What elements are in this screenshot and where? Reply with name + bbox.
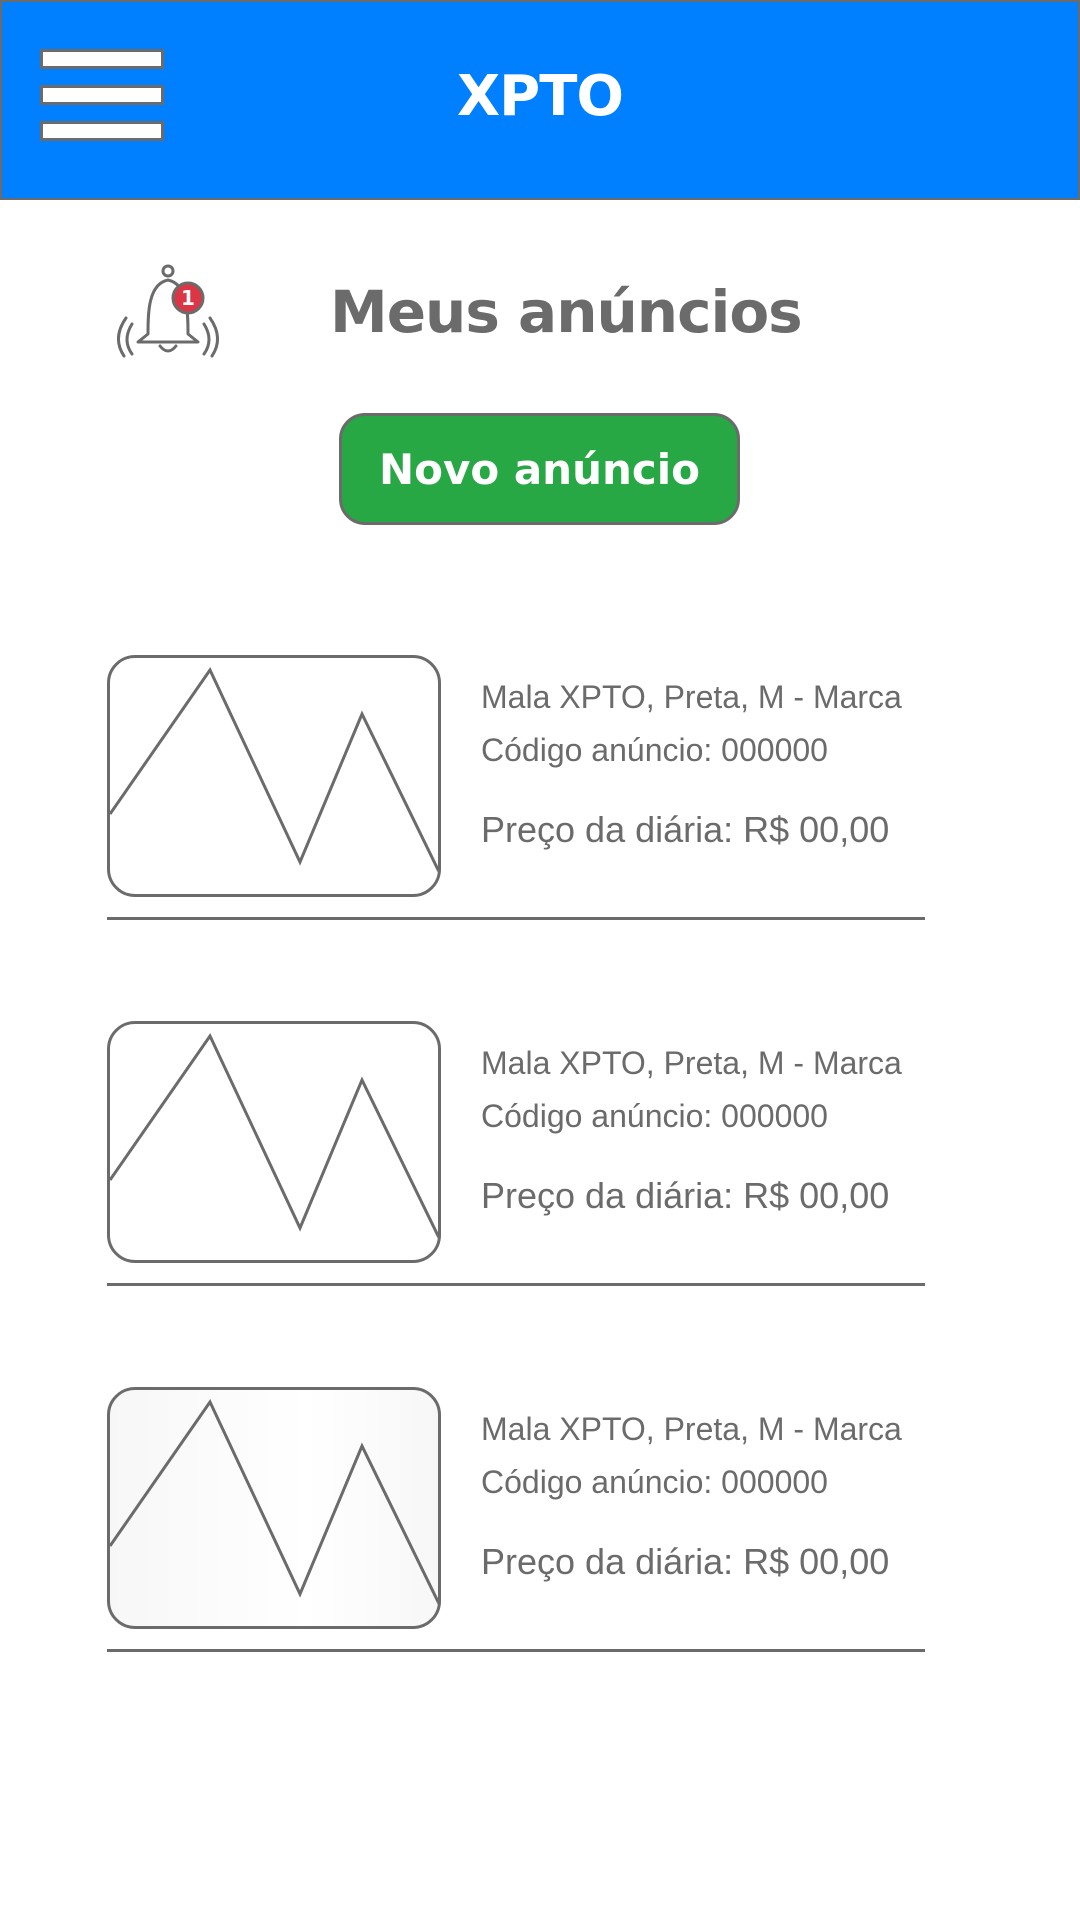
notification-count: 1 (181, 286, 195, 310)
app-title: XPTO (456, 64, 624, 129)
listing-info: Mala XPTO, Preta, M - Marca Código anúnc… (481, 679, 902, 851)
divider (107, 1283, 925, 1286)
listing-item[interactable]: Mala XPTO, Preta, M - Marca Código anúnc… (107, 1387, 925, 1653)
page-title: Meus anúncios (330, 278, 803, 346)
listing-name: Mala XPTO, Preta, M - Marca (481, 679, 902, 715)
image-placeholder-icon (107, 1021, 441, 1263)
new-listing-button[interactable]: Novo anúncio (339, 413, 740, 525)
listing-name: Mala XPTO, Preta, M - Marca (481, 1045, 902, 1081)
listing-price: Preço da diária: R$ 00,00 (481, 809, 890, 850)
listing-info: Mala XPTO, Preta, M - Marca Código anúnc… (481, 1045, 902, 1217)
divider (107, 917, 925, 920)
divider (107, 1649, 925, 1652)
listing-name: Mala XPTO, Preta, M - Marca (481, 1411, 902, 1447)
app-header: XPTO (0, 0, 1080, 200)
listing-code: Código anúncio: 000000 (481, 1098, 828, 1134)
listing-info: Mala XPTO, Preta, M - Marca Código anúnc… (481, 1411, 902, 1583)
image-placeholder-icon (107, 655, 441, 897)
listing-price: Preço da diária: R$ 00,00 (481, 1541, 890, 1582)
listing-item[interactable]: Mala XPTO, Preta, M - Marca Código anúnc… (107, 1021, 925, 1287)
listing-code: Código anúncio: 000000 (481, 732, 828, 768)
bell-icon[interactable]: 1 (110, 262, 230, 368)
listing-item[interactable]: Mala XPTO, Preta, M - Marca Código anúnc… (107, 655, 925, 921)
image-placeholder-icon (107, 1387, 441, 1629)
listing-price: Preço da diária: R$ 00,00 (481, 1175, 890, 1216)
listing-code: Código anúncio: 000000 (481, 1464, 828, 1500)
